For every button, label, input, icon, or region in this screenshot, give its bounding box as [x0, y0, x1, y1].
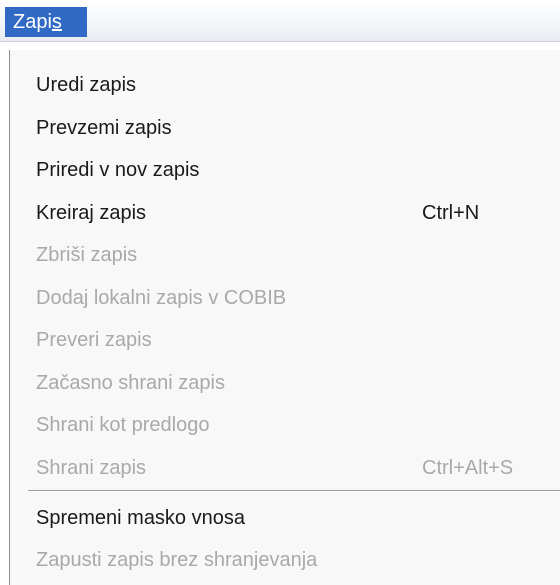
zapis-dropdown-menu: Uredi zapis Prevzemi zapis Priredi v nov…	[9, 50, 560, 585]
menu-item-prevzemi-zapis[interactable]: Prevzemi zapis	[10, 107, 560, 149]
menu-item-label: Kreiraj zapis	[36, 202, 147, 224]
menu-zapis-mnemonic: s	[51, 11, 62, 33]
menu-item-label: Priredi v nov zapis	[36, 159, 200, 181]
menu-item-zacasno-shrani-zapis: Začasno shrani zapis	[10, 362, 560, 404]
menu-item-label: Spremeni masko vnosa	[36, 507, 245, 529]
menu-item-uredi-zapis[interactable]: Uredi zapis	[10, 64, 560, 106]
menu-item-label: Zbriši zapis	[36, 244, 138, 266]
menu-item-preveri-zapis: Preveri zapis	[10, 319, 560, 361]
menu-item-shortcut: Ctrl+Alt+S	[422, 457, 514, 479]
menu-item-shrani-kot-predlogo: Shrani kot predlogo	[10, 404, 560, 446]
menu-zapis[interactable]: Zapis	[5, 7, 87, 37]
menu-item-label: Prevzemi zapis	[36, 117, 172, 139]
menu-item-label: Shrani zapis	[36, 457, 147, 479]
menu-item-label: Shrani kot predlogo	[36, 414, 210, 436]
menu-zapis-label: Zapi	[13, 11, 52, 33]
menu-item-shortcut: Ctrl+N	[422, 202, 480, 224]
menu-item-shrani-zapis: Shrani zapis Ctrl+Alt+S	[10, 447, 560, 489]
menu-separator	[28, 490, 560, 492]
menu-item-label: Dodaj lokalni zapis v COBIB	[36, 287, 287, 309]
menu-item-label: Zapusti zapis brez shranjevanja	[36, 549, 318, 571]
menu-item-kreiraj-zapis[interactable]: Kreiraj zapis Ctrl+N	[10, 192, 560, 234]
menu-bar: Zapis	[0, 0, 560, 42]
menu-item-zbrisi-zapis: Zbriši zapis	[10, 234, 560, 276]
menu-item-label: Preveri zapis	[36, 329, 152, 351]
menu-item-spremeni-masko-vnosa[interactable]: Spremeni masko vnosa	[10, 497, 560, 539]
menu-item-priredi-v-nov-zapis[interactable]: Priredi v nov zapis	[10, 149, 560, 191]
menu-item-dodaj-lokalni-zapis: Dodaj lokalni zapis v COBIB	[10, 277, 560, 319]
menu-item-label: Začasno shrani zapis	[36, 372, 225, 394]
menu-item-label: Uredi zapis	[36, 74, 137, 96]
menu-item-zapusti-zapis: Zapusti zapis brez shranjevanja	[10, 539, 560, 581]
